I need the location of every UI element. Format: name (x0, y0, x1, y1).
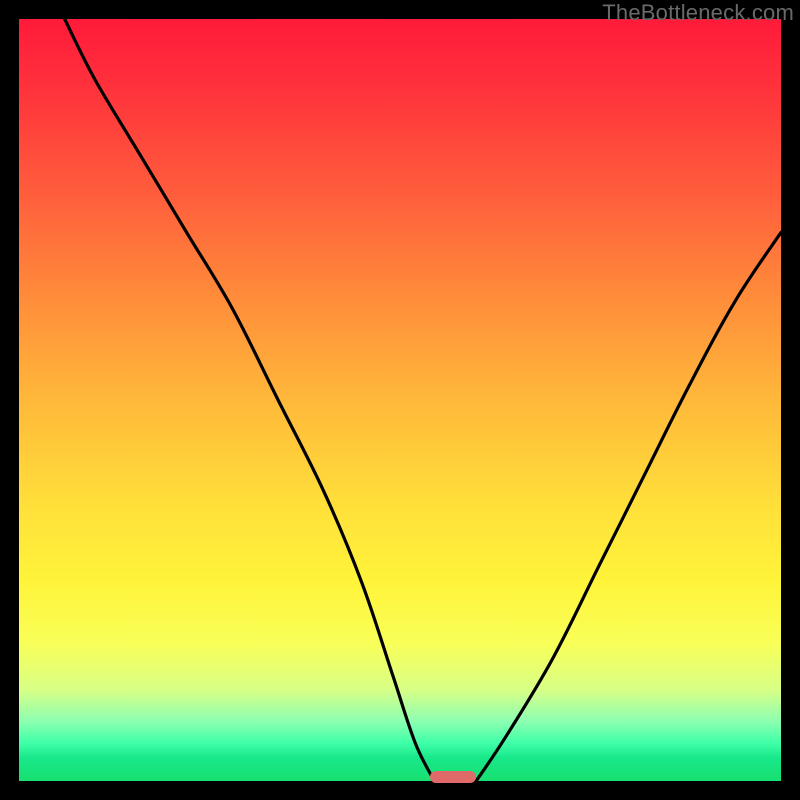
optimal-marker (430, 771, 476, 783)
watermark-text: TheBottleneck.com (602, 0, 794, 26)
curve-left (65, 19, 435, 781)
chart-plot-area (19, 19, 781, 781)
curve-right (476, 232, 781, 781)
bottleneck-curve (19, 19, 781, 781)
chart-frame: TheBottleneck.com (0, 0, 800, 800)
